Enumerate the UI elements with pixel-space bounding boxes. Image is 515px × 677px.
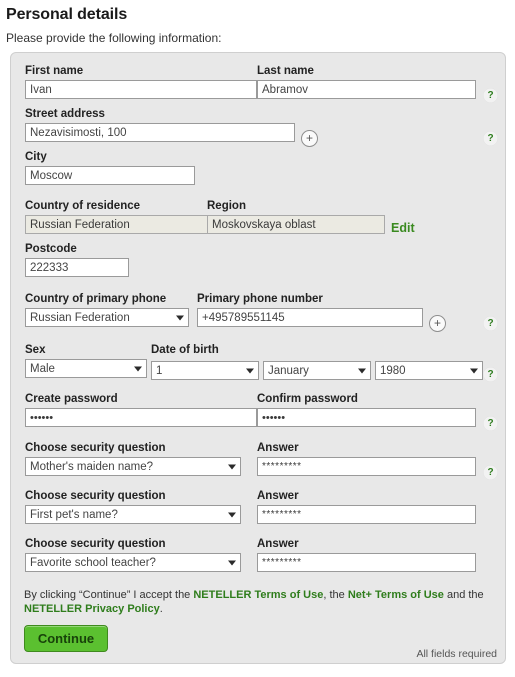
terms-mid-1: , the	[323, 589, 348, 601]
all-fields-required-note: All fields required	[416, 648, 497, 660]
security-answer-1-group: Answer *********	[257, 442, 476, 476]
region-group: Region Moskovskaya oblast	[207, 200, 385, 234]
security-answer-3-input[interactable]: *********	[257, 553, 476, 572]
help-icon-name[interactable]: ?	[483, 88, 498, 103]
chevron-down-icon	[470, 368, 478, 373]
postcode-label: Postcode	[25, 243, 77, 255]
sex-label: Sex	[25, 344, 46, 356]
postcode-group: Postcode 222333	[25, 243, 129, 277]
security-answer-3-label: Answer	[257, 538, 299, 550]
dob-month-value: January	[268, 365, 309, 377]
dob-day-value: 1	[156, 365, 163, 377]
personal-details-page: Personal details Please provide the foll…	[0, 0, 515, 677]
personal-details-form-panel: First name Ivan Last name Abramov ? Stre…	[10, 52, 506, 664]
page-title: Personal details	[6, 6, 128, 23]
continue-button[interactable]: Continue	[24, 625, 108, 652]
city-label: City	[25, 151, 47, 163]
sex-group: Sex Male	[25, 344, 147, 378]
last-name-group: Last name Abramov	[257, 65, 476, 99]
last-name-label: Last name	[257, 65, 314, 77]
help-icon-phone[interactable]: ?	[483, 316, 498, 331]
primary-phone-number-group: Primary phone number +495789551145	[197, 293, 423, 327]
region-value: Moskovskaya oblast	[207, 215, 385, 234]
security-answer-2-input[interactable]: *********	[257, 505, 476, 524]
security-question-3-label: Choose security question	[25, 538, 166, 550]
help-icon-address[interactable]: ?	[483, 131, 498, 146]
city-group: City Moscow	[25, 151, 195, 185]
country-of-residence-label: Country of residence	[25, 200, 141, 212]
chevron-down-icon	[358, 368, 366, 373]
security-question-3-value: Favorite school teacher?	[30, 557, 156, 569]
security-answer-2-group: Answer *********	[257, 490, 476, 524]
create-password-label: Create password	[25, 393, 118, 405]
help-icon-password[interactable]: ?	[483, 416, 498, 431]
terms-suffix: .	[159, 603, 163, 615]
country-of-primary-phone-group: Country of primary phone Russian Federat…	[25, 293, 189, 327]
street-address-label: Street address	[25, 108, 105, 120]
chevron-down-icon	[246, 368, 254, 373]
terms-prefix: By clicking “Continue” I accept the	[24, 589, 194, 601]
confirm-password-label: Confirm password	[257, 393, 358, 405]
sex-select[interactable]: Male	[25, 359, 147, 378]
security-question-2-group: Choose security question First pet's nam…	[25, 490, 241, 524]
dob-day-select[interactable]: 1	[151, 361, 259, 380]
dob-month-select[interactable]: January	[263, 361, 371, 380]
chevron-down-icon	[176, 315, 184, 320]
chevron-down-icon	[228, 560, 236, 565]
add-phone-number-icon[interactable]: +	[429, 315, 446, 332]
security-question-2-value: First pet's name?	[30, 509, 118, 521]
country-of-primary-phone-select[interactable]: Russian Federation	[25, 308, 189, 327]
confirm-password-input[interactable]: ••••••	[257, 408, 476, 427]
chevron-down-icon	[228, 512, 236, 517]
security-question-3-group: Choose security question Favorite school…	[25, 538, 241, 572]
security-question-1-label: Choose security question	[25, 442, 166, 454]
region-label: Region	[207, 200, 246, 212]
country-of-residence-group: Country of residence Russian Federation	[25, 200, 215, 234]
security-question-2-select[interactable]: First pet's name?	[25, 505, 241, 524]
first-name-label: First name	[25, 65, 84, 77]
help-icon-dob[interactable]: ?	[483, 367, 498, 382]
city-input[interactable]: Moscow	[25, 166, 195, 185]
street-address-input[interactable]: Nezavisimosti, 100	[25, 123, 295, 142]
first-name-group: First name Ivan	[25, 65, 257, 99]
page-subtitle: Please provide the following information…	[6, 31, 222, 45]
neteller-privacy-policy-link[interactable]: NETELLER Privacy Policy	[24, 603, 160, 615]
dob-year-select[interactable]: 1980	[375, 361, 483, 380]
help-icon-security-question[interactable]: ?	[483, 465, 498, 480]
edit-location-link[interactable]: Edit	[391, 221, 415, 235]
security-answer-3-group: Answer *********	[257, 538, 476, 572]
terms-acceptance-text: By clicking “Continue” I accept the NETE…	[24, 588, 489, 616]
country-of-primary-phone-label: Country of primary phone	[25, 293, 167, 305]
country-of-residence-value: Russian Federation	[25, 215, 215, 234]
date-of-birth-group: Date of birth 1 January 1980	[151, 344, 483, 380]
security-answer-2-label: Answer	[257, 490, 299, 502]
netplus-terms-of-use-link[interactable]: Net+ Terms of Use	[348, 589, 444, 601]
security-question-1-value: Mother's maiden name?	[30, 461, 154, 473]
create-password-group: Create password ••••••	[25, 393, 257, 427]
chevron-down-icon	[134, 366, 142, 371]
primary-phone-number-label: Primary phone number	[197, 293, 323, 305]
security-question-3-select[interactable]: Favorite school teacher?	[25, 553, 241, 572]
confirm-password-group: Confirm password ••••••	[257, 393, 476, 427]
last-name-input[interactable]: Abramov	[257, 80, 476, 99]
street-address-group: Street address Nezavisimosti, 100	[25, 108, 295, 142]
neteller-terms-of-use-link[interactable]: NETELLER Terms of Use	[193, 589, 323, 601]
terms-mid-2: and the	[443, 589, 484, 601]
add-street-address-icon[interactable]: +	[301, 130, 318, 147]
dob-year-value: 1980	[380, 365, 406, 377]
country-of-primary-phone-value: Russian Federation	[30, 312, 130, 324]
primary-phone-number-input[interactable]: +495789551145	[197, 308, 423, 327]
first-name-input[interactable]: Ivan	[25, 80, 257, 99]
create-password-input[interactable]: ••••••	[25, 408, 257, 427]
security-question-2-label: Choose security question	[25, 490, 166, 502]
chevron-down-icon	[228, 464, 236, 469]
security-question-1-select[interactable]: Mother's maiden name?	[25, 457, 241, 476]
security-answer-1-label: Answer	[257, 442, 299, 454]
postcode-input[interactable]: 222333	[25, 258, 129, 277]
sex-value: Male	[30, 363, 55, 375]
security-question-1-group: Choose security question Mother's maiden…	[25, 442, 241, 476]
date-of-birth-label: Date of birth	[151, 344, 219, 356]
security-answer-1-input[interactable]: *********	[257, 457, 476, 476]
